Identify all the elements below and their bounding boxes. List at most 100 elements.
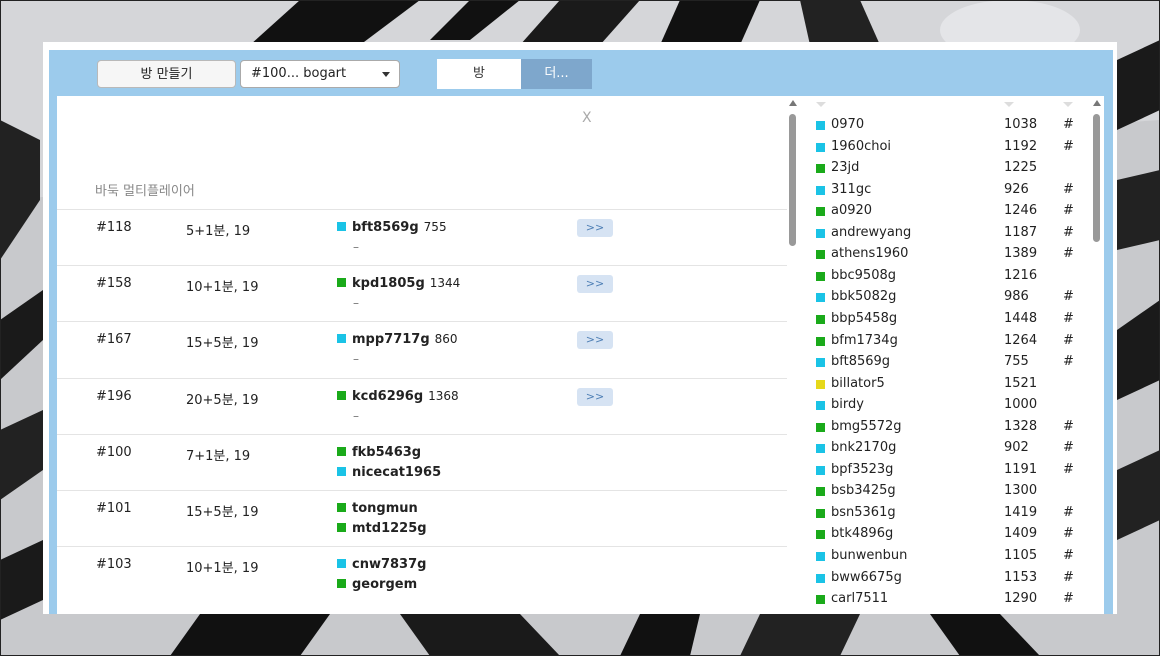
player-entry[interactable]: mpp7717g 860 [337,332,458,347]
user-row[interactable]: bbc9508g 1216 [801,266,1090,287]
join-room-button[interactable]: >> [577,387,613,406]
user-row[interactable]: bsb3425g 1300 [801,481,1090,502]
user-name: bww6675g [831,569,902,585]
player-name: cnw7837g [352,557,427,573]
user-hash-marker: # [1063,504,1074,520]
room-select[interactable]: #100... bogart [240,60,400,88]
join-room-button[interactable]: >> [577,331,613,350]
sort-status-icon[interactable] [1063,102,1073,107]
user-rating: 1328 [1004,418,1038,434]
user-rating: 1246 [1004,203,1038,219]
empty-seat: – [353,408,359,423]
tab-room[interactable]: 방 [437,59,521,89]
player-entry[interactable]: bft8569g 755 [337,220,447,235]
player-entry[interactable]: fkb5463g [337,445,421,460]
room-row[interactable]: #196 20+5분, 19 kcd6296g 1368 – >> [57,377,787,435]
user-rating: 986 [1004,289,1029,305]
scrollbar-thumb[interactable] [1093,114,1100,242]
user-row[interactable]: athens1960 1389 # [801,244,1090,265]
user-name: bbp5458g [831,310,898,326]
user-rating: 1448 [1004,310,1038,326]
player-entry[interactable]: kcd6296g 1368 [337,389,459,404]
room-row[interactable]: #100 7+1분, 19 fkb5463g nicecat1965 [57,433,787,491]
scroll-up-icon[interactable] [789,100,797,106]
player-entry[interactable]: cnw7837g [337,557,426,572]
player-name: fkb5463g [352,444,422,460]
user-row[interactable]: bww6675g 1153 # [801,568,1090,589]
user-row[interactable]: bmg5572g 1328 # [801,417,1090,438]
room-row[interactable]: #167 15+5분, 19 mpp7717g 860 – >> [57,321,787,378]
sort-name-icon[interactable] [816,102,826,107]
user-rating: 902 [1004,440,1029,456]
room-id: #103 [96,557,132,573]
user-status-icon [816,487,825,497]
room-time-control: 15+5분, 19 [186,336,259,352]
player-entry[interactable]: nicecat1965 [337,465,441,480]
user-row[interactable]: bft8569g 755 # [801,352,1090,373]
user-status-icon [816,293,825,303]
room-time-control: 15+5분, 19 [186,505,259,520]
player-rating: 1368 [428,388,459,403]
player-entry[interactable]: kpd1805g 1344 [337,276,460,291]
user-hash-marker: # [1063,310,1074,326]
create-room-button[interactable]: 방 만들기 [97,60,236,88]
room-id: #196 [96,388,132,404]
room-row[interactable]: #158 10+1분, 19 kpd1805g 1344 – >> [57,265,787,322]
room-select-value: #100... bogart [251,66,347,81]
user-rating: 1389 [1004,246,1038,262]
player-entry[interactable]: tongmun [337,501,418,516]
user-row[interactable]: bsn5361g 1419 # [801,503,1090,524]
user-row[interactable]: bnk2170g 902 # [801,438,1090,459]
join-room-button[interactable]: >> [577,219,613,237]
user-status-icon [816,401,825,411]
user-row[interactable]: bunwenbun 1105 # [801,546,1090,567]
user-hash-marker: # [1063,418,1074,434]
user-row[interactable]: carl7511 1290 # [801,589,1090,610]
room-id: #118 [96,220,132,235]
user-row[interactable]: birdy 1000 [801,395,1090,416]
player-status-icon [337,503,346,512]
user-row[interactable]: bbk5082g 986 # [801,287,1090,308]
section-title: 바둑 멀티플레이어 [95,184,195,199]
scrollbar-thumb[interactable] [789,114,796,246]
user-name: bpf3523g [831,461,894,477]
tab-more[interactable]: 더... [521,59,592,89]
user-row[interactable]: bfm1734g 1264 # [801,331,1090,352]
player-name: kpd1805g [352,276,425,292]
user-row[interactable]: bpf3523g 1191 # [801,460,1090,481]
room-row[interactable]: #101 15+5분, 19 tongmun mtd1225g [57,490,787,547]
user-row[interactable]: bbp5458g 1448 # [801,309,1090,330]
room-list-scrollbar[interactable] [787,96,801,614]
user-row[interactable]: 1960choi 1192 # [801,137,1090,158]
user-row[interactable]: 0970 1038 # [801,115,1090,136]
room-time-control: 20+5분, 19 [186,392,259,408]
player-status-icon [337,466,346,476]
user-row[interactable]: btk4896g 1409 # [801,524,1090,545]
join-room-button[interactable]: >> [577,275,613,294]
user-row[interactable]: 311gc 926 # [801,180,1090,201]
user-hash-marker: # [1063,526,1074,542]
user-row[interactable]: andrewyang 1187 # [801,223,1090,244]
room-id: #100 [96,444,132,460]
room-id: #158 [96,276,132,292]
user-list-scrollbar[interactable] [1090,96,1104,614]
user-rating: 1000 [1004,397,1038,413]
player-entry[interactable]: mtd1225g [337,521,427,536]
user-row[interactable]: billator5 1521 [801,374,1090,395]
user-status-icon [816,422,825,432]
room-row[interactable]: #103 10+1분, 19 cnw7837g georgem [57,546,787,603]
user-status-icon [816,552,825,561]
close-button[interactable]: X [582,110,592,126]
player-entry[interactable]: georgem [337,577,417,592]
user-rating: 1038 [1004,117,1038,132]
user-row[interactable]: a0920 1246 # [801,201,1090,222]
user-rating: 926 [1004,181,1029,197]
user-status-icon [816,271,825,281]
user-row[interactable]: 23jd 1225 [801,158,1090,179]
room-row[interactable]: #118 5+1분, 19 bft8569g 755 – >> [57,209,787,266]
user-hash-marker: # [1063,548,1074,563]
sort-rating-icon[interactable] [1004,102,1014,107]
scroll-up-icon[interactable] [1093,100,1101,106]
room-id: #167 [96,332,132,348]
player-status-icon [337,579,346,589]
